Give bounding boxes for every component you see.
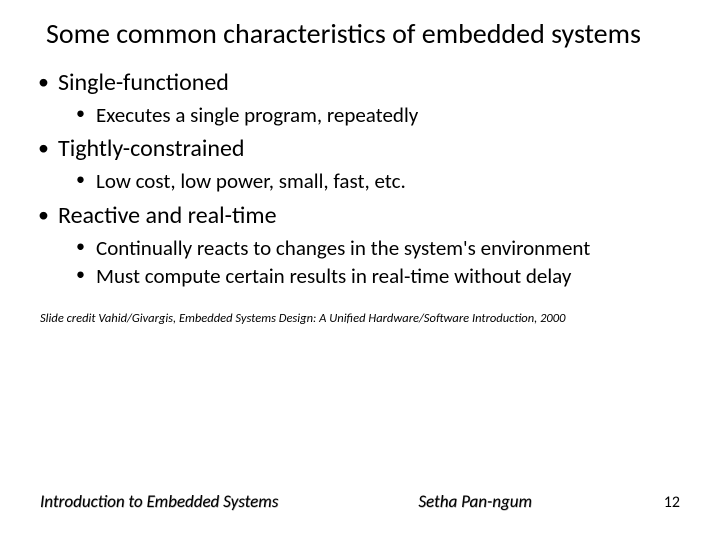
list-item: Single-functioned Executes a single prog… — [36, 68, 684, 128]
sub-bullet-text: Low cost, low power, small, fast, etc. — [96, 168, 406, 194]
list-item: Executes a single program, repeatedly — [74, 102, 684, 128]
bullet-text: Single-functioned — [58, 68, 229, 97]
bullet-text: Reactive and real-time — [58, 201, 277, 230]
list-item: Tightly-constrained Low cost, low power,… — [36, 134, 684, 194]
sub-bullet-text: Must compute certain results in real-tim… — [96, 263, 571, 289]
slide: Some common characteristics of embedded … — [0, 0, 720, 540]
bullet-list: Single-functioned Executes a single prog… — [36, 68, 684, 289]
bullet-text: Tightly-constrained — [58, 134, 245, 163]
list-item: Continually reacts to changes in the sys… — [74, 235, 684, 261]
list-item: Low cost, low power, small, fast, etc. — [74, 168, 684, 194]
sub-list: Continually reacts to changes in the sys… — [58, 235, 684, 290]
list-item: Must compute certain results in real-tim… — [74, 263, 684, 289]
list-item: Reactive and real-time Continually react… — [36, 201, 684, 290]
footer-author: Setha Pan-ngum — [418, 491, 532, 512]
footer-left: Introduction to Embedded Systems — [40, 491, 278, 512]
page-number: 12 — [664, 493, 680, 512]
sub-bullet-text: Executes a single program, repeatedly — [96, 102, 418, 128]
sub-bullet-text: Continually reacts to changes in the sys… — [96, 235, 590, 261]
slide-credit: Slide credit Vahid/Givargis, Embedded Sy… — [40, 311, 684, 326]
slide-footer: Introduction to Embedded Systems Setha P… — [0, 491, 720, 512]
slide-title: Some common characteristics of embedded … — [46, 18, 684, 50]
sub-list: Low cost, low power, small, fast, etc. — [58, 168, 684, 194]
sub-list: Executes a single program, repeatedly — [58, 102, 684, 128]
